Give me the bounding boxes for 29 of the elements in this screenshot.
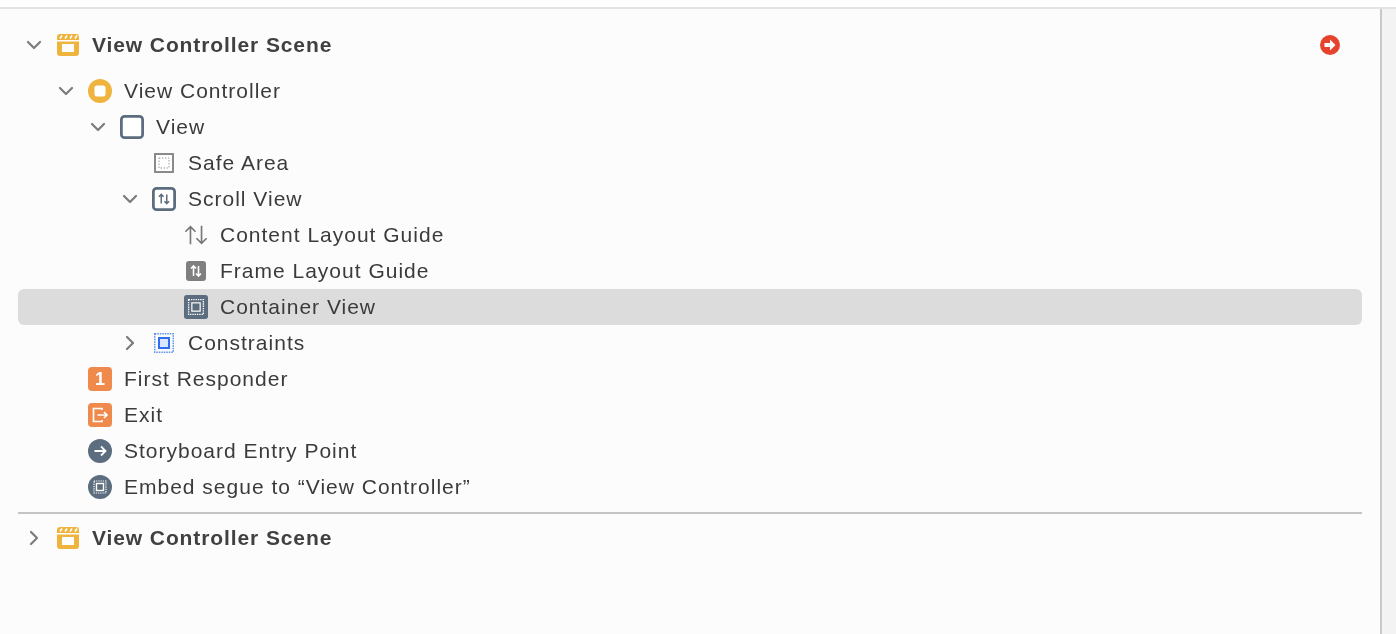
dotted-square-icon xyxy=(154,153,174,173)
dotted-frame-icon xyxy=(154,333,174,353)
outline-item-label[interactable]: Content Layout Guide xyxy=(220,223,445,247)
framed-square-tile-icon xyxy=(184,294,208,320)
exit-arrow-tile-icon xyxy=(88,403,112,427)
arrow-circle-icon xyxy=(88,439,112,463)
outline-item-label[interactable]: View xyxy=(156,115,206,139)
scene-title[interactable]: View Controller Scene xyxy=(92,33,333,57)
selected-row[interactable]: Container View xyxy=(18,289,1362,325)
outline-item-label[interactable]: View Controller xyxy=(124,79,281,103)
scene-title[interactable]: View Controller Scene xyxy=(92,526,333,550)
arrows-tile-icon xyxy=(186,261,206,281)
outline-item-label[interactable]: Safe Area xyxy=(188,151,290,175)
arrow-circle-icon[interactable] xyxy=(1320,35,1340,55)
up-down-arrows-icon xyxy=(184,224,208,246)
outline-item-label[interactable]: Storyboard Entry Point xyxy=(124,439,358,463)
square-in-circle-icon xyxy=(88,475,112,499)
square-outline-icon xyxy=(120,114,144,140)
clapperboard-icon xyxy=(57,527,79,549)
clapperboard-icon xyxy=(57,34,79,56)
outline-item-label[interactable]: Embed segue to “View Controller” xyxy=(124,475,471,499)
outline-item-label[interactable]: Exit xyxy=(124,403,163,427)
outline-item-label[interactable]: Scroll View xyxy=(188,187,303,211)
outline-item-label[interactable]: Constraints xyxy=(188,331,306,355)
outline-item-label[interactable]: Frame Layout Guide xyxy=(220,259,430,283)
outline-item-label[interactable]: Container View xyxy=(220,295,377,319)
square-arrows-icon xyxy=(152,186,176,212)
number-tile-icon: 1 xyxy=(88,367,112,391)
outline-item-label[interactable]: First Responder xyxy=(124,367,289,391)
